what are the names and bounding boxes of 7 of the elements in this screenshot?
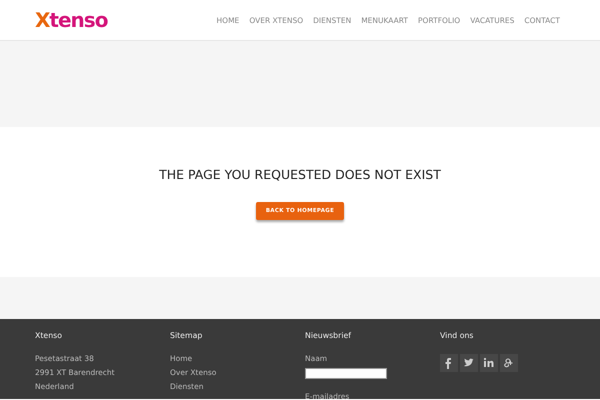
error-heading: THE PAGE YOU REQUESTED DOES NOT EXIST [159,167,441,182]
twitter-icon[interactable] [460,354,478,372]
logo[interactable]: Xtenso [35,8,108,32]
linkedin-icon[interactable] [480,354,498,372]
googleplus-icon[interactable] [500,354,518,372]
input-field[interactable] [305,368,387,379]
facebook-icon[interactable] [440,354,458,372]
